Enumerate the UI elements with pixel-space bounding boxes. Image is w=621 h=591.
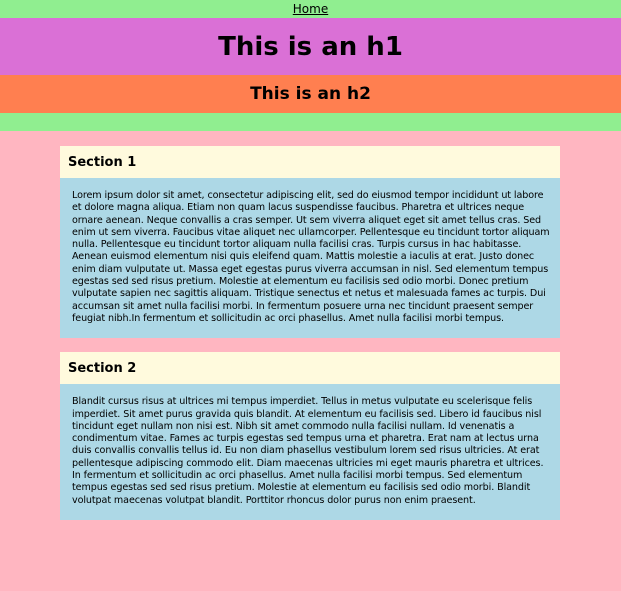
h2-banner: This is an h2 — [0, 75, 621, 113]
page-heading-h1: This is an h1 — [218, 31, 403, 62]
home-link[interactable]: Home — [293, 2, 328, 16]
section-title: Section 1 — [60, 146, 560, 178]
section-card: Section 2 Blandit cursus risus at ultric… — [60, 352, 560, 520]
divider-bar — [0, 113, 621, 131]
h1-banner: This is an h1 — [0, 18, 621, 75]
section-card: Section 1 Lorem ipsum dolor sit amet, co… — [60, 146, 560, 339]
section-body-text: Lorem ipsum dolor sit amet, consectetur … — [60, 178, 560, 339]
main-content: Section 1 Lorem ipsum dolor sit amet, co… — [0, 131, 621, 520]
page-heading-h2: This is an h2 — [250, 83, 371, 104]
section-title: Section 2 — [60, 352, 560, 385]
top-nav: Home — [0, 0, 621, 18]
section-body-text: Blandit cursus risus at ultrices mi temp… — [60, 384, 560, 520]
